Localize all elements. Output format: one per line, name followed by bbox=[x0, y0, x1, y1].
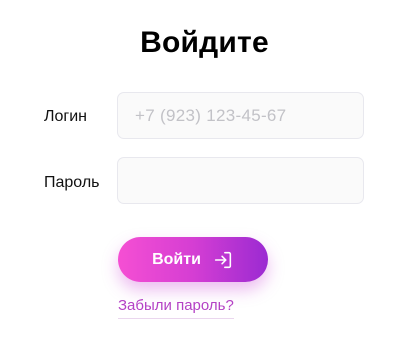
forgot-password-link[interactable]: Забыли пароль? bbox=[118, 298, 234, 319]
login-label: Логин bbox=[44, 108, 88, 125]
login-input[interactable] bbox=[117, 92, 364, 139]
password-input[interactable] bbox=[117, 157, 364, 204]
page-title: Войдите bbox=[140, 26, 269, 59]
login-button[interactable]: Войти bbox=[118, 237, 268, 282]
sign-in-icon bbox=[212, 249, 234, 271]
login-button-label: Войти bbox=[152, 250, 201, 268]
password-label: Пароль bbox=[44, 174, 100, 191]
